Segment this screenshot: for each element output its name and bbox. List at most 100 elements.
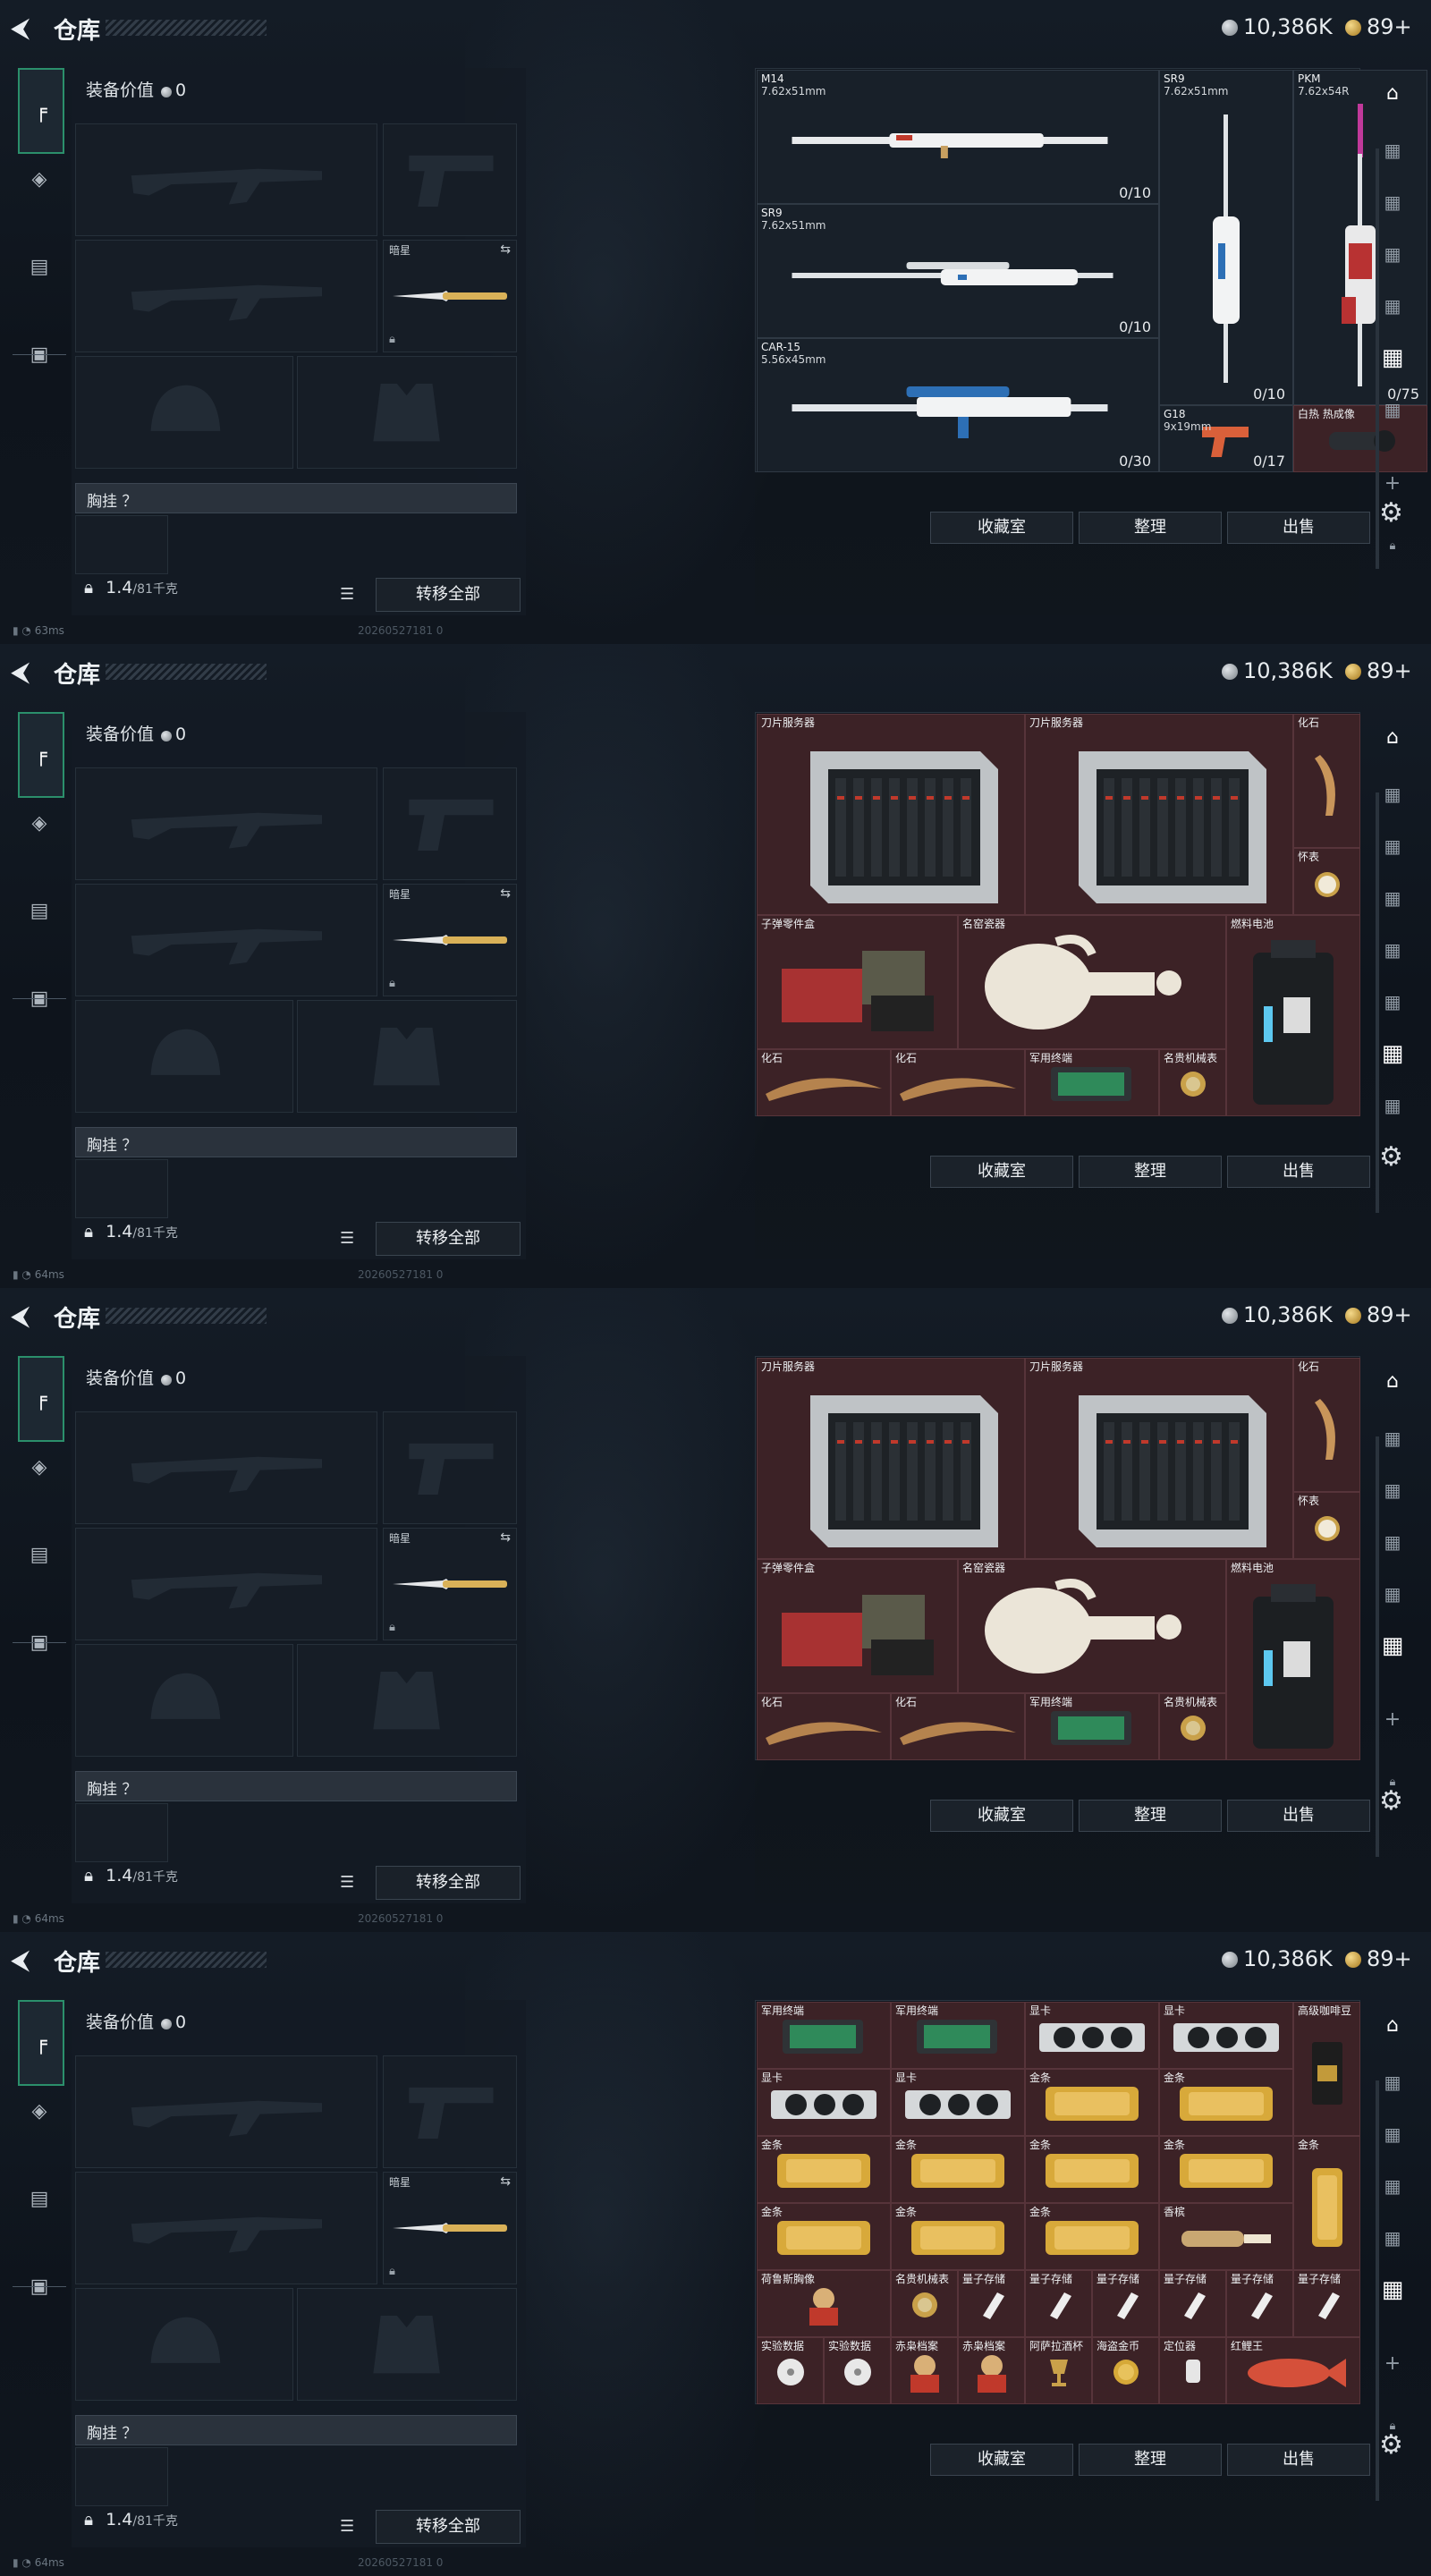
gold-currency[interactable]: 89+: [1345, 14, 1412, 39]
sell-button[interactable]: 出售: [1227, 2444, 1370, 2476]
stash-item[interactable]: 香槟: [1159, 2203, 1293, 2270]
primary-weapon-slot[interactable]: [75, 767, 377, 880]
stash-item[interactable]: 军用终端: [891, 2002, 1025, 2069]
stash-item[interactable]: 金条: [1159, 2136, 1293, 2203]
stash-item[interactable]: 化石: [1293, 714, 1360, 848]
sidebar-backpack-tab[interactable]: ▤: [18, 245, 61, 288]
primary-weapon-slot[interactable]: [75, 2055, 377, 2168]
stash-home-tab[interactable]: ⌂: [1377, 1368, 1408, 1394]
sort-button[interactable]: 整理: [1079, 512, 1222, 544]
sidebar-weapon-tab[interactable]: ╒: [18, 1356, 64, 1442]
list-icon[interactable]: ☰: [340, 2517, 354, 2536]
settings-gear-icon[interactable]: ⚙: [1379, 1141, 1403, 1173]
stash-tab[interactable]: ▦: [1377, 138, 1408, 163]
settings-gear-icon[interactable]: ⚙: [1379, 2429, 1403, 2461]
transfer-all-button[interactable]: 转移全部: [376, 1866, 521, 1900]
sidebar-weapon-tab[interactable]: ╒: [18, 712, 64, 798]
gold-currency[interactable]: 89+: [1345, 1302, 1412, 1327]
sell-button[interactable]: 出售: [1227, 512, 1370, 544]
stash-item[interactable]: 化石: [891, 1693, 1025, 1760]
pistol-slot[interactable]: [383, 123, 517, 236]
secondary-weapon-slot[interactable]: [75, 1528, 377, 1640]
stash-tab[interactable]: ▦: [1377, 397, 1408, 422]
stash-tab[interactable]: ▦: [1377, 989, 1408, 1014]
back-icon[interactable]: ⮜: [11, 1943, 41, 1979]
back-icon[interactable]: ⮜: [11, 11, 41, 47]
sidebar-backpack-tab[interactable]: ▤: [18, 889, 61, 932]
list-icon[interactable]: ☰: [340, 1873, 354, 1892]
stash-item[interactable]: G18 9x19mm 0/17: [1159, 405, 1293, 472]
pistol-slot[interactable]: [383, 2055, 517, 2168]
helmet-slot[interactable]: [75, 1000, 293, 1113]
stash-item[interactable]: 怀表: [1293, 848, 1360, 915]
stash-item[interactable]: 金条: [891, 2203, 1025, 2270]
armor-slot[interactable]: [297, 1644, 517, 1757]
sidebar-weapon-tab[interactable]: ╒: [18, 2000, 64, 2086]
stash-item[interactable]: 赤枭档案: [958, 2337, 1025, 2404]
stash-tab[interactable]: ▦: [1377, 293, 1408, 318]
collection-room-button[interactable]: 收藏室: [930, 2444, 1073, 2476]
sidebar-armor-tab[interactable]: ◈: [18, 1445, 61, 1488]
stash-item[interactable]: 金条: [1159, 2069, 1293, 2136]
stash-item[interactable]: 金条: [1025, 2136, 1159, 2203]
sell-button[interactable]: 出售: [1227, 1156, 1370, 1188]
chest-rig-slot[interactable]: 胸挂 ？: [75, 1771, 517, 1801]
stash-tab[interactable]: ▦: [1377, 2225, 1408, 2250]
stash-item[interactable]: 名贵机械表: [1159, 1693, 1226, 1760]
stash-item[interactable]: 化石: [757, 1049, 891, 1116]
melee-slot[interactable]: 暗星 ⇆ 🔒︎: [383, 1528, 517, 1640]
stash-tab[interactable]: ▦: [1377, 2070, 1408, 2095]
secondary-weapon-slot[interactable]: [75, 2172, 377, 2284]
stash-item[interactable]: 金条: [1025, 2203, 1159, 2270]
armor-slot[interactable]: [297, 356, 517, 469]
pistol-slot[interactable]: [383, 767, 517, 880]
back-icon[interactable]: ⮜: [11, 1299, 41, 1335]
stash-item[interactable]: 量子存储: [958, 2270, 1025, 2337]
armor-slot[interactable]: [297, 1000, 517, 1113]
stash-item[interactable]: CAR-15 5.56x45mm 0/30: [757, 338, 1159, 472]
stash-tab[interactable]: ▦: [1377, 782, 1408, 807]
stash-tab[interactable]: ▦: [1377, 886, 1408, 911]
stash-item[interactable]: 刀片服务器: [757, 1358, 1025, 1559]
stash-item[interactable]: 显卡: [757, 2069, 891, 2136]
primary-weapon-slot[interactable]: [75, 1411, 377, 1524]
stash-item[interactable]: 量子存储: [1092, 2270, 1159, 2337]
armor-slot[interactable]: [297, 2288, 517, 2401]
helmet-slot[interactable]: [75, 1644, 293, 1757]
chest-rig-item-slot[interactable]: [75, 515, 168, 574]
list-icon[interactable]: ☰: [340, 1229, 354, 1248]
stash-item[interactable]: SR9 7.62x51mm 0/10: [1159, 70, 1293, 405]
sort-button[interactable]: 整理: [1079, 2444, 1222, 2476]
stash-item[interactable]: 化石: [891, 1049, 1025, 1116]
chest-rig-slot[interactable]: 胸挂 ？: [75, 2415, 517, 2445]
melee-slot[interactable]: 暗星 ⇆ 🔒︎: [383, 884, 517, 996]
gold-currency[interactable]: 89+: [1345, 1946, 1412, 1971]
stash-item[interactable]: 化石: [1293, 1358, 1360, 1492]
transfer-all-button[interactable]: 转移全部: [376, 578, 521, 612]
stash-tab[interactable]: ▦: [1377, 1040, 1408, 1067]
stash-item[interactable]: 化石: [757, 1693, 891, 1760]
stash-item[interactable]: 金条: [757, 2203, 891, 2270]
primary-weapon-slot[interactable]: [75, 123, 377, 236]
gold-currency[interactable]: 89+: [1345, 658, 1412, 683]
stash-item[interactable]: 定位器: [1159, 2337, 1226, 2404]
stash-item[interactable]: 刀片服务器: [1025, 1358, 1293, 1559]
pistol-slot[interactable]: [383, 1411, 517, 1524]
sidebar-backpack-tab[interactable]: ▤: [18, 1533, 61, 1576]
stash-item[interactable]: 金条: [1025, 2069, 1159, 2136]
stash-item[interactable]: 金条: [891, 2136, 1025, 2203]
stash-item[interactable]: 荷鲁斯胸像: [757, 2270, 891, 2337]
stash-item[interactable]: 军用终端: [1025, 1049, 1159, 1116]
stash-item[interactable]: 海盗金币: [1092, 2337, 1159, 2404]
stash-item[interactable]: 赤枭档案: [891, 2337, 958, 2404]
stash-item[interactable]: 显卡: [1159, 2002, 1293, 2069]
stash-tab[interactable]: ▦: [1377, 344, 1408, 371]
stash-tab[interactable]: ▦: [1377, 190, 1408, 215]
stash-item[interactable]: 实验数据: [824, 2337, 891, 2404]
stash-item[interactable]: 子弹零件盒: [757, 915, 958, 1049]
melee-slot[interactable]: 暗星 ⇆ 🔒︎: [383, 240, 517, 352]
sidebar-armor-tab[interactable]: ◈: [18, 2089, 61, 2132]
stash-item[interactable]: 名窑瓷器: [958, 1559, 1226, 1693]
secondary-weapon-slot[interactable]: [75, 884, 377, 996]
stash-item[interactable]: 刀片服务器: [1025, 714, 1293, 915]
